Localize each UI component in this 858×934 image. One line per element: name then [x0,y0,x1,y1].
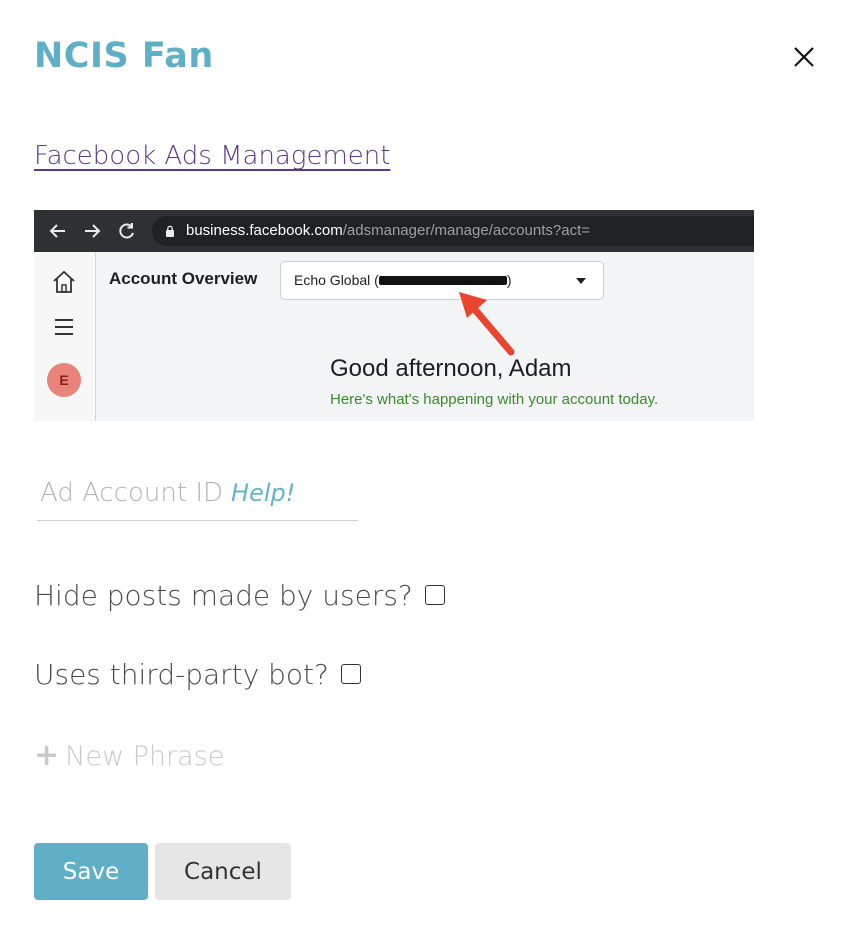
ad-account-id-field[interactable]: Ad Account ID Help! [37,474,358,521]
modal-title: NCIS Fan [34,36,214,76]
close-icon[interactable] [789,42,819,72]
forward-arrow-icon [85,224,101,238]
save-button[interactable]: Save [34,843,148,900]
home-icon [53,270,75,293]
cancel-button[interactable]: Cancel [155,843,291,900]
screenshot-sidebar: E [34,252,96,421]
third-party-bot-row: Uses third-party bot? [34,658,361,691]
hide-posts-label: Hide posts made by users? [34,579,413,612]
third-party-bot-label: Uses third-party bot? [34,658,329,691]
instruction-screenshot: business.facebook.com/adsmanager/manage/… [34,210,754,421]
greeting-text: Good afternoon, Adam [330,355,572,382]
account-select: Echo Global () [280,261,604,300]
lock-icon [166,225,174,237]
new-phrase-label: New Phrase [65,741,225,772]
help-link[interactable]: Help! [231,479,295,507]
account-overview-label: Account Overview [109,269,258,288]
menu-icon [55,319,73,335]
address-url: business.facebook.com/adsmanager/manage/… [186,222,591,239]
plus-icon: + [34,738,60,773]
reload-icon [119,223,134,239]
avatar: E [47,363,81,397]
greeting-subtext: Here's what's happening with your accoun… [330,391,659,408]
dropdown-caret-icon [576,278,586,284]
hide-posts-row: Hide posts made by users? [34,579,445,612]
back-arrow-icon [49,224,65,238]
new-phrase-button[interactable]: + New Phrase [34,738,224,773]
hide-posts-checkbox[interactable] [424,585,445,605]
browser-toolbar: business.facebook.com/adsmanager/manage/… [34,210,754,252]
red-arrow-icon [459,292,515,356]
ad-account-id-placeholder: Ad Account ID Help! [40,478,296,508]
third-party-bot-checkbox[interactable] [340,664,361,684]
redaction-bar [378,275,507,285]
facebook-ads-management-link[interactable]: Facebook Ads Management [34,141,390,171]
account-select-value: Echo Global () [294,272,512,288]
